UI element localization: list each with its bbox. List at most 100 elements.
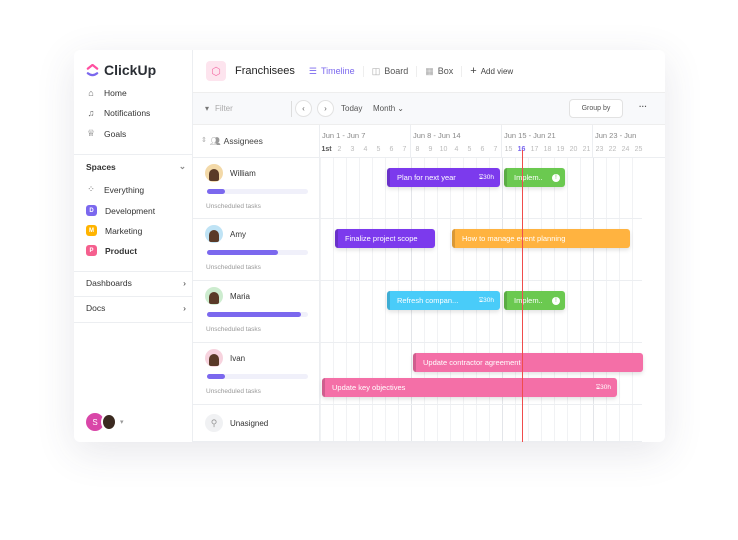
time-estimate: ⌛︎30h (596, 384, 611, 392)
day-label: 24 (621, 146, 630, 153)
day-label: 7 (493, 146, 498, 153)
tab-board[interactable]: ◫ Board (372, 65, 418, 77)
nav-label: Goals (104, 128, 127, 139)
task-label: Implem.. (514, 173, 543, 182)
task-bar[interactable]: Implem..! (504, 291, 565, 310)
info-icon[interactable]: ! (552, 296, 560, 305)
space-marketing[interactable]: M Marketing (86, 225, 142, 236)
time-estimate-value: 30h (483, 173, 494, 181)
week-label: Jun 15 - Jun 21 (504, 131, 556, 140)
day-label: 8 (415, 146, 420, 153)
avatar[interactable] (205, 349, 223, 367)
space-icon: P (86, 245, 97, 256)
unscheduled-tasks-link[interactable]: Unscheduled tasks (206, 388, 261, 395)
assignee-name: William (230, 169, 256, 178)
chevron-left-icon: ‹ (302, 104, 305, 113)
tab-label: Box (437, 66, 454, 76)
box-icon: ▦ (425, 65, 434, 76)
home-icon: ⌂ (88, 88, 94, 98)
task-bar[interactable]: Update contractor agreement (413, 353, 643, 372)
unscheduled-tasks-link[interactable]: Unscheduled tasks (206, 264, 261, 271)
avatar[interactable] (205, 225, 223, 243)
chevron-down-icon: ⌄ (397, 104, 404, 113)
timeline-icon: ☰ (308, 65, 317, 76)
space-label: Marketing (105, 225, 143, 236)
avatar[interactable] (205, 287, 223, 305)
filter-label: Filter (215, 104, 233, 113)
week-label: Jun 1 - Jun 7 (322, 131, 366, 140)
day-label: 18 (543, 146, 552, 153)
user-menu[interactable]: S ▾ (86, 413, 124, 431)
previous-button[interactable]: ‹ (295, 100, 312, 117)
task-label: Plan for next year (397, 173, 456, 182)
day-label: 9 (428, 146, 433, 153)
sidebar-item-dashboards[interactable]: Dashboards › (86, 278, 186, 288)
clickup-logo[interactable]: ClickUp (86, 62, 156, 78)
day-label: 4 (454, 146, 459, 153)
next-button[interactable]: › (317, 100, 334, 117)
divider (74, 322, 193, 323)
docs-label: Docs (86, 303, 106, 313)
chevron-right-icon: › (183, 303, 186, 313)
sidebar-item-docs[interactable]: Docs › (86, 303, 186, 313)
group-by-button[interactable]: Group by (569, 99, 623, 118)
sidebar: ClickUp ⌂ Home ♫ Notifications ♕ Goals Spaces… (74, 50, 193, 442)
task-bar[interactable]: Finalize project scope (335, 229, 435, 248)
tab-box[interactable]: ▦ Box (425, 65, 463, 77)
filter-button[interactable]: ▾ Filter (205, 104, 233, 113)
space-label: Product (105, 245, 138, 256)
day-label: 23 (595, 146, 604, 153)
spaces-header[interactable]: Spaces ⌄ (86, 161, 186, 172)
more-options-button[interactable]: ··· (639, 102, 647, 111)
space-development[interactable]: D Development (86, 205, 155, 216)
people-icon: 👥︎ (209, 136, 221, 146)
workload-fill (207, 374, 226, 379)
sidebar-item-home[interactable]: ⌂ Home (86, 88, 126, 98)
task-bar[interactable]: Implem..! (504, 168, 565, 187)
divider (74, 154, 193, 155)
workload-bar (207, 189, 308, 194)
day-label: 6 (480, 146, 485, 153)
tab-timeline[interactable]: ☰ Timeline (308, 65, 364, 77)
avatar[interactable] (205, 164, 223, 182)
unscheduled-tasks-link[interactable]: Unscheduled tasks (206, 326, 261, 333)
day-label: 10 (439, 146, 448, 153)
sidebar-item-notifications[interactable]: ♫ Notifications (86, 108, 151, 118)
info-icon[interactable]: ! (552, 173, 560, 182)
task-label: Refresh compan... (397, 296, 459, 305)
month-dropdown[interactable]: Month ⌄ (373, 104, 404, 113)
space-label: Development (105, 205, 156, 216)
assignee-name: Ivan (230, 354, 246, 363)
add-view-button[interactable]: + Add view (470, 65, 513, 77)
chevron-down-icon: ▾ (120, 419, 124, 426)
task-label: Update contractor agreement (423, 358, 521, 367)
task-bar[interactable]: Plan for next year ⌛︎30h (387, 168, 500, 187)
day-label: 5 (467, 146, 472, 153)
tab-label: Timeline (321, 66, 355, 76)
divider (291, 101, 292, 117)
sidebar-item-everything[interactable]: ⁘ Everything (86, 184, 144, 195)
day-label: 5 (376, 146, 381, 153)
toolbar: ▾ Filter ‹ › Today Month ⌄ Group by ··· (193, 92, 665, 125)
workload-fill (207, 250, 278, 255)
today-button[interactable]: Today (341, 104, 362, 113)
filter-icon: ▾ (205, 104, 210, 113)
day-label: 17 (530, 146, 539, 153)
task-bar[interactable]: Refresh compan... ⌛︎30h (387, 291, 500, 310)
dashboards-label: Dashboards (86, 278, 132, 288)
week-label: Jun 8 - Jun 14 (413, 131, 461, 140)
trophy-icon: ♕ (86, 128, 96, 138)
day-label: 21 (582, 146, 591, 153)
task-label: Implem.. (514, 296, 543, 305)
chevron-down-icon: ⌄ (178, 161, 186, 171)
space-icon: D (86, 205, 97, 216)
unscheduled-tasks-link[interactable]: Unscheduled tasks (206, 203, 261, 210)
task-bar[interactable]: How to manage event planning (452, 229, 630, 248)
space-product[interactable]: P Product (86, 245, 137, 256)
sort-icon: ⇕ (201, 137, 207, 144)
assignees-sort[interactable]: ⇕ 👥︎ Assignees (201, 136, 263, 147)
task-label: How to manage event planning (462, 234, 566, 243)
day-label: 19 (556, 146, 565, 153)
sidebar-item-goals[interactable]: ♕ Goals (86, 128, 126, 139)
task-bar[interactable]: Update key objectives ⌛︎30h (322, 378, 617, 397)
